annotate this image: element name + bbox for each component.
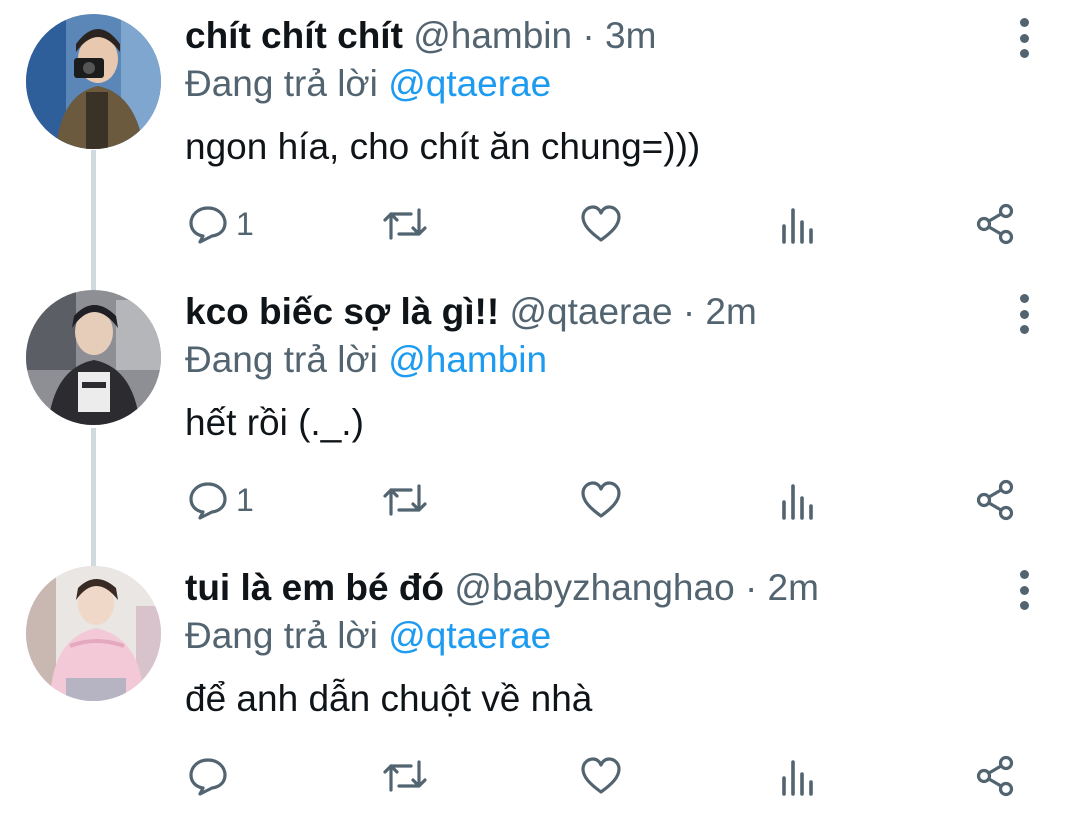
reply-count: 1 — [236, 206, 254, 242]
analytics-button[interactable] — [780, 200, 814, 248]
reply-button[interactable] — [188, 752, 236, 800]
reply-mention-link[interactable]: @qtaerae — [388, 615, 551, 656]
like-icon — [581, 757, 621, 794]
more-options-icon-dot — [1019, 601, 1029, 610]
more-options-icon — [1019, 570, 1029, 579]
tweet[interactable]: chít chít chít @hambin · 3m Đang trả lời… — [0, 0, 1078, 278]
reply-button[interactable]: 1 — [188, 476, 254, 524]
like-icon — [581, 481, 621, 518]
display-name[interactable]: kco biếc sợ là gì!! — [185, 291, 499, 332]
reply-count: 1 — [236, 482, 254, 518]
more-options-icon-dot — [1019, 33, 1029, 43]
display-name[interactable]: tui là em bé đó — [185, 567, 444, 608]
analytics-icon — [782, 208, 813, 244]
reply-icon — [189, 758, 227, 796]
retweet-icon — [383, 760, 427, 792]
action-bar — [0, 752, 1078, 800]
retweet-icon — [383, 484, 427, 516]
share-button[interactable] — [975, 752, 1015, 800]
like-icon — [581, 205, 621, 242]
share-button[interactable] — [975, 200, 1015, 248]
reply-button[interactable]: 1 — [188, 200, 254, 248]
replying-to: Đang trả lời @qtaerae — [185, 612, 551, 660]
share-icon — [976, 203, 1014, 245]
more-options-button[interactable] — [1010, 16, 1038, 60]
avatar[interactable] — [26, 290, 161, 425]
username[interactable]: @qtaerae — [509, 291, 672, 332]
tweet-header: tui là em bé đó @babyzhanghao · 2m — [185, 564, 819, 612]
tweet-header: chít chít chít @hambin · 3m — [185, 12, 656, 60]
reply-mention-link[interactable]: @hambin — [388, 339, 547, 380]
share-icon — [976, 755, 1014, 797]
username[interactable]: @hambin — [413, 15, 572, 56]
analytics-button[interactable] — [780, 752, 814, 800]
retweet-button[interactable] — [381, 200, 429, 248]
like-button[interactable] — [580, 476, 622, 524]
avatar[interactable] — [26, 566, 161, 701]
more-options-button[interactable] — [1010, 568, 1038, 612]
avatar[interactable] — [26, 14, 161, 149]
action-bar: 1 — [0, 476, 1078, 524]
more-options-icon-dot — [1019, 585, 1029, 595]
timestamp[interactable]: · 3m — [582, 15, 656, 56]
more-options-icon-dot — [1019, 309, 1029, 319]
display-name[interactable]: chít chít chít — [185, 15, 403, 56]
replying-to-label: Đang trả lời — [185, 63, 378, 104]
more-options-icon — [1019, 294, 1029, 303]
analytics-icon — [782, 760, 813, 796]
more-options-button[interactable] — [1010, 292, 1038, 336]
reply-mention-link[interactable]: @qtaerae — [388, 63, 551, 104]
share-icon — [976, 479, 1014, 521]
analytics-icon — [782, 484, 813, 520]
tweet-text: hết rồi (._.) — [185, 402, 364, 443]
like-button[interactable] — [580, 752, 622, 800]
tweet-text: ngon hía, cho chít ăn chung=))) — [185, 126, 701, 167]
timestamp[interactable]: · 2m — [683, 291, 757, 332]
tweet[interactable]: kco biếc sợ là gì!! @qtaerae · 2m Đang t… — [0, 276, 1078, 554]
tweet[interactable]: tui là em bé đó @babyzhanghao · 2m Đang … — [0, 552, 1078, 830]
share-button[interactable] — [975, 476, 1015, 524]
replying-to: Đang trả lời @hambin — [185, 336, 547, 384]
replying-to-label: Đang trả lời — [185, 339, 378, 380]
like-button[interactable] — [580, 200, 622, 248]
retweet-button[interactable] — [381, 752, 429, 800]
more-options-icon-dot — [1019, 325, 1029, 334]
action-bar: 1 — [0, 200, 1078, 248]
replying-to-label: Đang trả lời — [185, 615, 378, 656]
reply-icon — [189, 482, 227, 520]
retweet-icon — [383, 208, 427, 240]
timestamp[interactable]: · 2m — [745, 567, 819, 608]
username[interactable]: @babyzhanghao — [454, 567, 734, 608]
tweet-text: để anh dẫn chuột về nhà — [185, 678, 593, 719]
reply-icon — [189, 206, 227, 244]
more-options-icon-dot — [1019, 49, 1029, 58]
more-options-icon — [1019, 18, 1029, 27]
replying-to: Đang trả lời @qtaerae — [185, 60, 551, 108]
retweet-button[interactable] — [381, 476, 429, 524]
analytics-button[interactable] — [780, 476, 814, 524]
tweet-header: kco biếc sợ là gì!! @qtaerae · 2m — [185, 288, 757, 336]
